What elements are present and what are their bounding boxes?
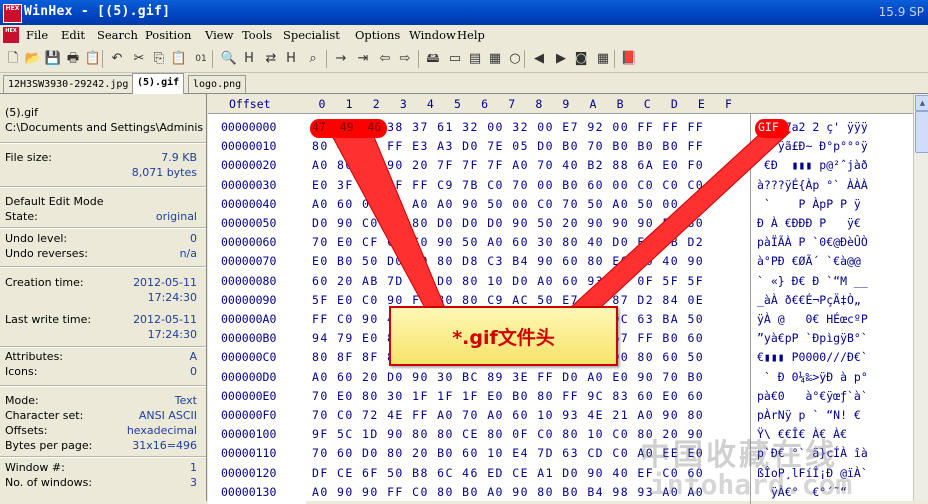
- header-bytes-text: 47 49 46: [312, 120, 382, 134]
- callout-arrow-right: [568, 131, 792, 309]
- annotation-overlay: [329, 131, 792, 309]
- header-ascii-text: GIF: [758, 120, 779, 134]
- gif-header-callout: *.gif文件头: [389, 306, 618, 366]
- watermark-url: intohard.com: [650, 468, 853, 501]
- callout-arrow-left: [329, 131, 446, 309]
